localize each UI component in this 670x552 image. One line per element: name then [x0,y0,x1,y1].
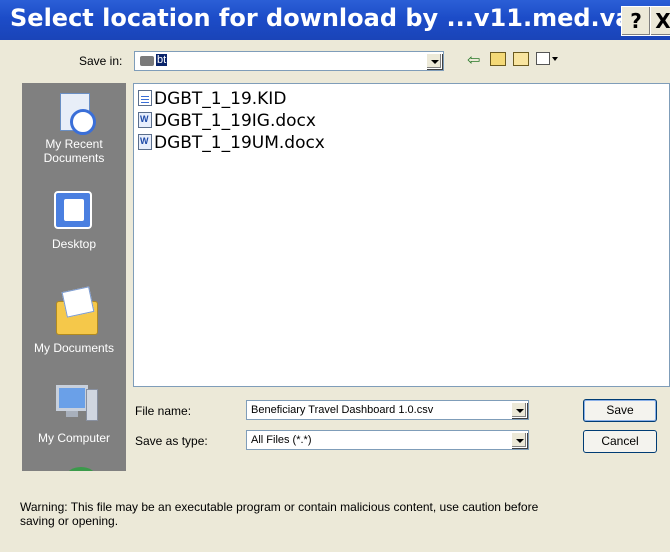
list-item[interactable]: DGBT_1_19UM.docx [138,133,325,155]
places-bar: My Recent Documents Desktop My Documents… [22,83,126,471]
place-label: My Recent Documents [43,137,105,165]
file-name-label: File name: [135,404,192,418]
file-list[interactable]: DGBT_1_19.KID DGBT_1_19IG.docx DGBT_1_19… [133,83,670,387]
save-button[interactable]: Save [583,399,657,422]
my-computer-icon [50,381,98,431]
help-button[interactable]: ? [621,6,651,36]
title-bar[interactable]: Select location for download by ...v11.m… [0,0,670,40]
my-documents-icon [50,283,98,341]
file-name: DGBT_1_19.KID [154,89,287,109]
list-item[interactable]: DGBT_1_19.KID [138,89,286,111]
place-label: My Computer [37,431,111,445]
network-places-icon [50,467,98,471]
save-as-type-value: All Files (*.*) [251,434,312,446]
folder-icon [140,56,154,66]
up-one-level-icon[interactable] [490,52,506,66]
place-my-computer[interactable]: My Computer [22,381,126,445]
text-file-icon [138,90,152,106]
place-label: Desktop [51,237,97,251]
close-button[interactable]: X [650,6,670,36]
place-desktop[interactable]: Desktop [22,191,126,251]
save-as-type-label: Save as type: [135,434,208,448]
file-name: DGBT_1_19UM.docx [154,133,325,153]
place-my-documents[interactable]: My Documents [22,283,126,355]
word-document-icon [138,134,152,150]
save-as-type-dropdown[interactable]: All Files (*.*) [246,430,529,450]
chevron-down-icon[interactable] [511,402,527,418]
views-menu-icon[interactable] [536,52,558,66]
file-name-input[interactable]: Beneficiary Travel Dashboard 1.0.csv [246,400,529,420]
save-in-value: bt [156,54,168,66]
recent-documents-icon [50,91,98,137]
save-in-dropdown[interactable]: bt [134,51,444,71]
save-in-label: Save in: [79,54,123,68]
chevron-down-icon[interactable] [426,53,442,69]
warning-text: Warning: This file may be an executable … [20,500,539,528]
word-document-icon [138,112,152,128]
desktop-icon [50,191,98,237]
list-item[interactable]: DGBT_1_19IG.docx [138,111,316,133]
back-arrow-icon[interactable]: ⇦ [467,50,480,69]
place-network[interactable] [22,467,126,471]
file-name: DGBT_1_19IG.docx [154,111,316,131]
file-name-value: Beneficiary Travel Dashboard 1.0.csv [251,404,434,416]
chevron-down-icon[interactable] [511,432,527,448]
new-folder-icon[interactable] [513,52,529,66]
cancel-button[interactable]: Cancel [583,430,657,453]
place-my-recent-documents[interactable]: My Recent Documents [22,91,126,165]
window-title: Select location for download by ...v11.m… [10,4,670,32]
place-label: My Documents [33,341,115,355]
